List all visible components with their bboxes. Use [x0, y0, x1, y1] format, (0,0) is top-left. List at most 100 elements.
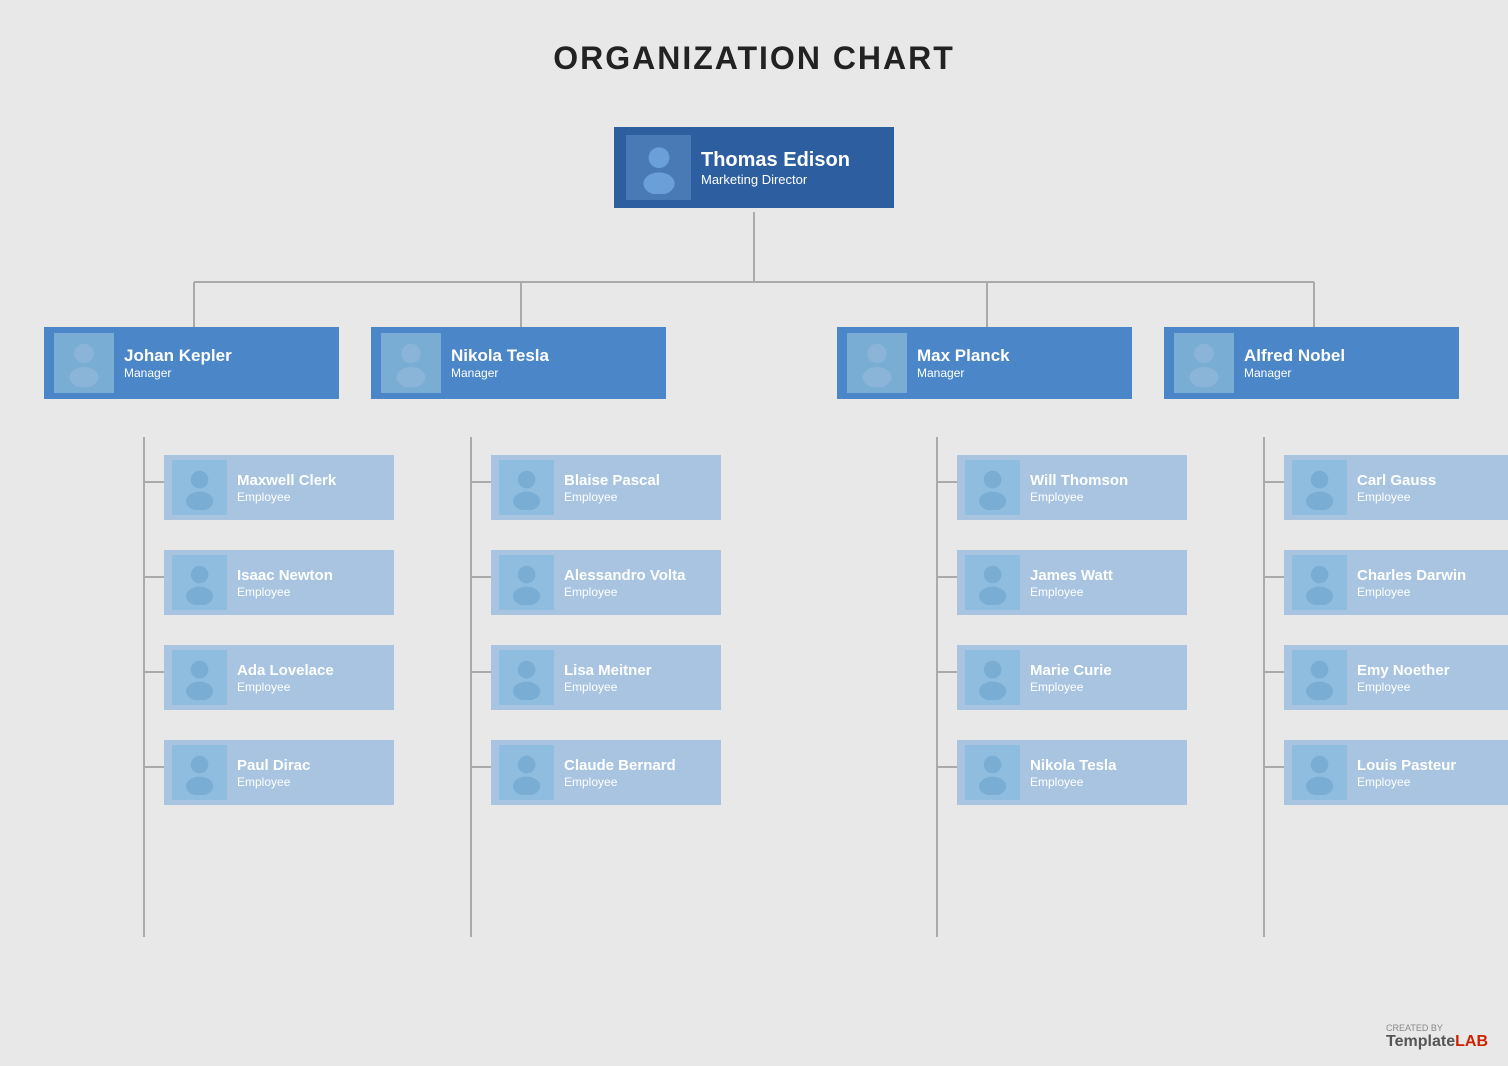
emp-avatar: [965, 460, 1020, 515]
manager-card-2: Max Planck Manager: [837, 327, 1137, 399]
manager-card-0: Johan Kepler Manager: [44, 327, 344, 399]
connector-lines: [44, 107, 1464, 987]
emp-avatar: [965, 745, 1020, 800]
emp-name-3-3: Louis Pasteur: [1357, 757, 1456, 775]
emp-role-2-2: Employee: [1030, 680, 1112, 694]
employee-card-3-0: Carl Gauss Employee: [1284, 455, 1508, 520]
emp-avatar: [172, 555, 227, 610]
emp-text: Louis Pasteur Employee: [1357, 757, 1456, 789]
emp-text: Will Thomson Employee: [1030, 472, 1128, 504]
lab-text: LAB: [1455, 1033, 1488, 1050]
emp-avatar: [499, 460, 554, 515]
emp-name-0-3: Paul Dirac: [237, 757, 310, 775]
emp-name-1-2: Lisa Meitner: [564, 662, 652, 680]
director-name: Thomas Edison: [701, 148, 850, 172]
emp-avatar: [499, 650, 554, 705]
director-text: Thomas Edison Marketing Director: [701, 148, 850, 187]
employee-card-2-2: Marie Curie Employee: [957, 645, 1187, 710]
emp-name-0-2: Ada Lovelace: [237, 662, 334, 680]
employee-card-2-3: Nikola Tesla Employee: [957, 740, 1187, 805]
employee-card-2-0: Will Thomson Employee: [957, 455, 1187, 520]
director-role: Marketing Director: [701, 172, 850, 187]
manager-text-2: Max Planck Manager: [917, 346, 1010, 380]
emp-role-0-1: Employee: [237, 585, 333, 599]
emp-name-3-2: Emy Noether: [1357, 662, 1450, 680]
emp-role-0-2: Employee: [237, 680, 334, 694]
manager-name-3: Alfred Nobel: [1244, 346, 1345, 366]
manager-text-0: Johan Kepler Manager: [124, 346, 232, 380]
emp-text: Charles Darwin Employee: [1357, 567, 1466, 599]
emp-text: Emy Noether Employee: [1357, 662, 1450, 694]
emp-role-3-0: Employee: [1357, 490, 1436, 504]
emp-text: Paul Dirac Employee: [237, 757, 310, 789]
emp-name-3-0: Carl Gauss: [1357, 472, 1436, 490]
emp-role-1-3: Employee: [564, 775, 676, 789]
emp-name-2-3: Nikola Tesla: [1030, 757, 1116, 775]
manager-avatar-2: [847, 333, 907, 393]
emp-text: James Watt Employee: [1030, 567, 1113, 599]
template-text: Template: [1386, 1033, 1455, 1050]
manager-text-1: Nikola Tesla Manager: [451, 346, 549, 380]
emp-text: Claude Bernard Employee: [564, 757, 676, 789]
emp-avatar: [1292, 460, 1347, 515]
manager-card-3: Alfred Nobel Manager: [1164, 327, 1464, 399]
employee-card-1-0: Blaise Pascal Employee: [491, 455, 721, 520]
emp-text: Carl Gauss Employee: [1357, 472, 1436, 504]
employee-card-3-3: Louis Pasteur Employee: [1284, 740, 1508, 805]
employee-card-2-1: James Watt Employee: [957, 550, 1187, 615]
employee-card-1-3: Claude Bernard Employee: [491, 740, 721, 805]
director-avatar: [626, 135, 691, 200]
emp-role-1-1: Employee: [564, 585, 685, 599]
emp-text: Lisa Meitner Employee: [564, 662, 652, 694]
emp-role-0-0: Employee: [237, 490, 336, 504]
emp-avatar: [499, 745, 554, 800]
emp-role-3-2: Employee: [1357, 680, 1450, 694]
emp-name-1-3: Claude Bernard: [564, 757, 676, 775]
emp-text: Maxwell Clerk Employee: [237, 472, 336, 504]
emp-role-2-3: Employee: [1030, 775, 1116, 789]
manager-role-3: Manager: [1244, 366, 1345, 380]
manager-avatar-3: [1174, 333, 1234, 393]
manager-role-1: Manager: [451, 366, 549, 380]
emp-name-2-0: Will Thomson: [1030, 472, 1128, 490]
employee-card-1-1: Alessandro Volta Employee: [491, 550, 721, 615]
emp-avatar: [172, 745, 227, 800]
director-card: Thomas Edison Marketing Director: [614, 127, 894, 208]
employee-card-3-1: Charles Darwin Employee: [1284, 550, 1508, 615]
emp-text: Alessandro Volta Employee: [564, 567, 685, 599]
emp-avatar: [499, 555, 554, 610]
emp-name-2-1: James Watt: [1030, 567, 1113, 585]
emp-avatar: [965, 555, 1020, 610]
emp-text: Nikola Tesla Employee: [1030, 757, 1116, 789]
emp-name-0-0: Maxwell Clerk: [237, 472, 336, 490]
emp-text: Isaac Newton Employee: [237, 567, 333, 599]
emp-role-1-2: Employee: [564, 680, 652, 694]
emp-avatar: [1292, 650, 1347, 705]
manager-card-1: Nikola Tesla Manager: [371, 327, 671, 399]
emp-avatar: [172, 460, 227, 515]
watermark-text: CREATED BY TemplateLAB: [1386, 1023, 1488, 1051]
emp-role-0-3: Employee: [237, 775, 310, 789]
emp-avatar: [172, 650, 227, 705]
employee-card-0-1: Isaac Newton Employee: [164, 550, 394, 615]
employee-card-0-0: Maxwell Clerk Employee: [164, 455, 394, 520]
watermark-brand: TemplateLAB: [1386, 1037, 1488, 1049]
emp-name-1-0: Blaise Pascal: [564, 472, 660, 490]
emp-name-2-2: Marie Curie: [1030, 662, 1112, 680]
page: ORGANIZATION CHART: [0, 0, 1508, 1066]
employee-card-0-2: Ada Lovelace Employee: [164, 645, 394, 710]
manager-avatar-1: [381, 333, 441, 393]
manager-avatar-0: [54, 333, 114, 393]
created-by-text: CREATED BY: [1386, 1023, 1488, 1033]
watermark: CREATED BY TemplateLAB: [1386, 1023, 1488, 1051]
employee-card-0-3: Paul Dirac Employee: [164, 740, 394, 805]
manager-text-3: Alfred Nobel Manager: [1244, 346, 1345, 380]
manager-name-2: Max Planck: [917, 346, 1010, 366]
emp-avatar: [1292, 745, 1347, 800]
emp-avatar: [1292, 555, 1347, 610]
page-title: ORGANIZATION CHART: [40, 40, 1468, 77]
employee-card-3-2: Emy Noether Employee: [1284, 645, 1508, 710]
manager-role-0: Manager: [124, 366, 232, 380]
manager-name-1: Nikola Tesla: [451, 346, 549, 366]
emp-text: Blaise Pascal Employee: [564, 472, 660, 504]
